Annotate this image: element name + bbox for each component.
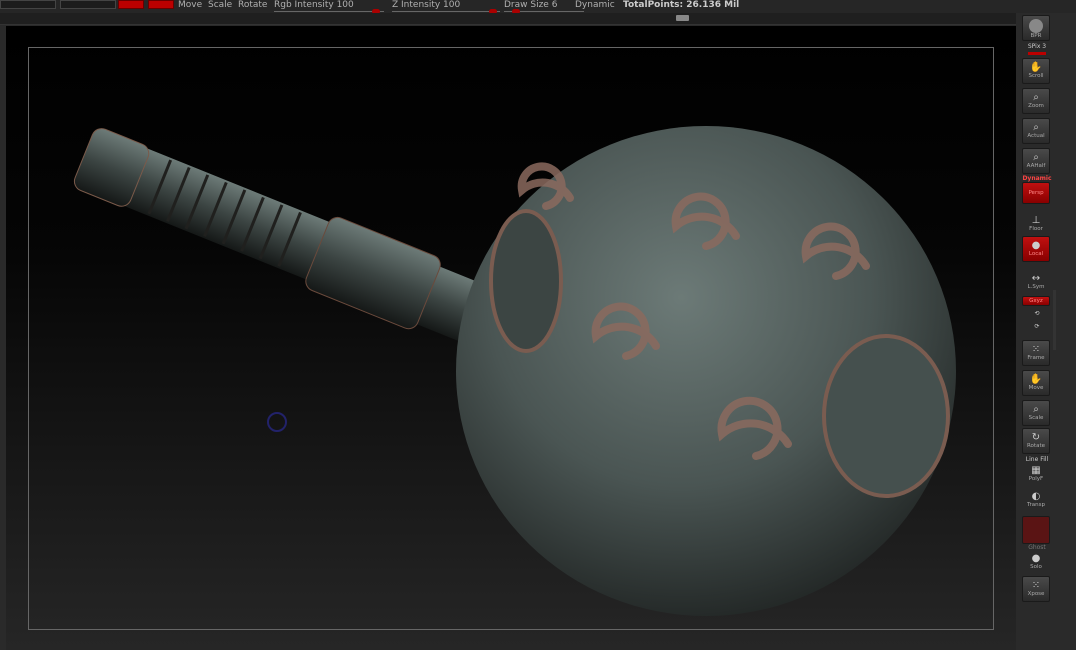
scale-button[interactable]: Scale (208, 0, 232, 10)
lsym-button[interactable]: ↔ L.Sym (1022, 270, 1050, 290)
hand-icon: ✋ (1029, 374, 1043, 385)
hand-icon: ✋ (1029, 62, 1043, 73)
frame-icon: ⁙ (1031, 344, 1041, 355)
symmetry-icon: ↔ (1031, 273, 1041, 284)
dynamic-label[interactable]: Dynamic (1018, 175, 1056, 182)
scale-button[interactable]: ⌕ Scale (1022, 400, 1050, 426)
sphere-icon (1029, 19, 1043, 33)
persp-button[interactable]: Persp (1022, 182, 1050, 204)
shelf-strip (0, 13, 1076, 25)
solo-button[interactable]: ● Solo (1022, 550, 1050, 576)
rotate-button[interactable]: ↻ Rotate (1022, 428, 1050, 454)
draw-mode-button[interactable] (118, 0, 144, 9)
tray-scrollbar[interactable] (1053, 290, 1056, 350)
brush-cursor (267, 412, 287, 432)
dynamic-button[interactable]: Dynamic (575, 0, 615, 10)
rotate-z-icon[interactable]: ⟳ (1018, 323, 1056, 330)
gxyz-button[interactable]: Gxyz (1022, 296, 1050, 306)
rgb-intensity-slider-label[interactable]: Rgb Intensity 100 (274, 0, 354, 10)
magnifier-icon: ⌕ (1033, 122, 1039, 133)
collapse-handle[interactable] (676, 15, 689, 21)
frame-button[interactable]: ⁙ Frame (1022, 340, 1050, 366)
total-points-readout: TotalPoints: 26.136 Mil (623, 0, 740, 10)
z-intensity-slider-label[interactable]: Z Intensity 100 (392, 0, 460, 10)
spix-slider[interactable]: SPix 3 (1018, 43, 1056, 50)
ghost-button[interactable] (1022, 516, 1050, 544)
move-button[interactable]: ✋ Move (1022, 370, 1050, 396)
shelf-button[interactable] (0, 0, 56, 9)
document-canvas[interactable] (6, 26, 1016, 650)
scale-icon: ⌕ (1033, 404, 1039, 415)
top-shelf: Move Scale Rotate Rgb Intensity 100 Z In… (0, 0, 1076, 14)
actual-button[interactable]: ⌕ Actual (1022, 118, 1050, 144)
rotate-y-icon[interactable]: ⟲ (1018, 310, 1056, 317)
scroll-button[interactable]: ✋ Scroll (1022, 58, 1050, 84)
magnifier-icon: ⌕ (1033, 152, 1039, 163)
bpr-button[interactable]: BPR (1022, 15, 1050, 41)
aahalf-button[interactable]: ⌕ AAHalf (1022, 148, 1050, 174)
xpose-button[interactable]: ⁙ Xpose (1022, 576, 1050, 602)
local-icon: ● (1031, 240, 1041, 251)
floor-button[interactable]: ⊥ Floor (1022, 212, 1050, 232)
rgb-intensity-slider[interactable] (274, 11, 384, 12)
local-button[interactable]: ● Local (1022, 236, 1050, 262)
polyf-button[interactable]: ▦ PolyF (1022, 462, 1050, 484)
right-tray: BPR SPix 3 ✋ Scroll ⌕ Zoom ⌕ Actual ⌕ AAHalf… (1016, 13, 1076, 650)
edit-mode-button[interactable] (148, 0, 174, 9)
spix-slider-fill[interactable] (1028, 52, 1046, 55)
magnifier-icon: ⌕ (1033, 92, 1039, 103)
shelf-button[interactable] (60, 0, 116, 9)
transp-button[interactable]: ◐ Transp (1022, 488, 1050, 514)
z-intensity-slider[interactable] (392, 11, 500, 12)
grid-icon: ▦ (1031, 465, 1041, 476)
solo-icon: ● (1031, 553, 1041, 564)
document-frame (28, 47, 994, 630)
zoom-button[interactable]: ⌕ Zoom (1022, 88, 1050, 114)
rotate-button[interactable]: Rotate (238, 0, 267, 10)
xpose-icon: ⁙ (1031, 580, 1041, 591)
move-button[interactable]: Move (178, 0, 202, 10)
transp-icon: ◐ (1031, 491, 1041, 502)
floor-icon: ⊥ (1031, 215, 1041, 226)
rotate-icon: ↻ (1031, 432, 1041, 443)
